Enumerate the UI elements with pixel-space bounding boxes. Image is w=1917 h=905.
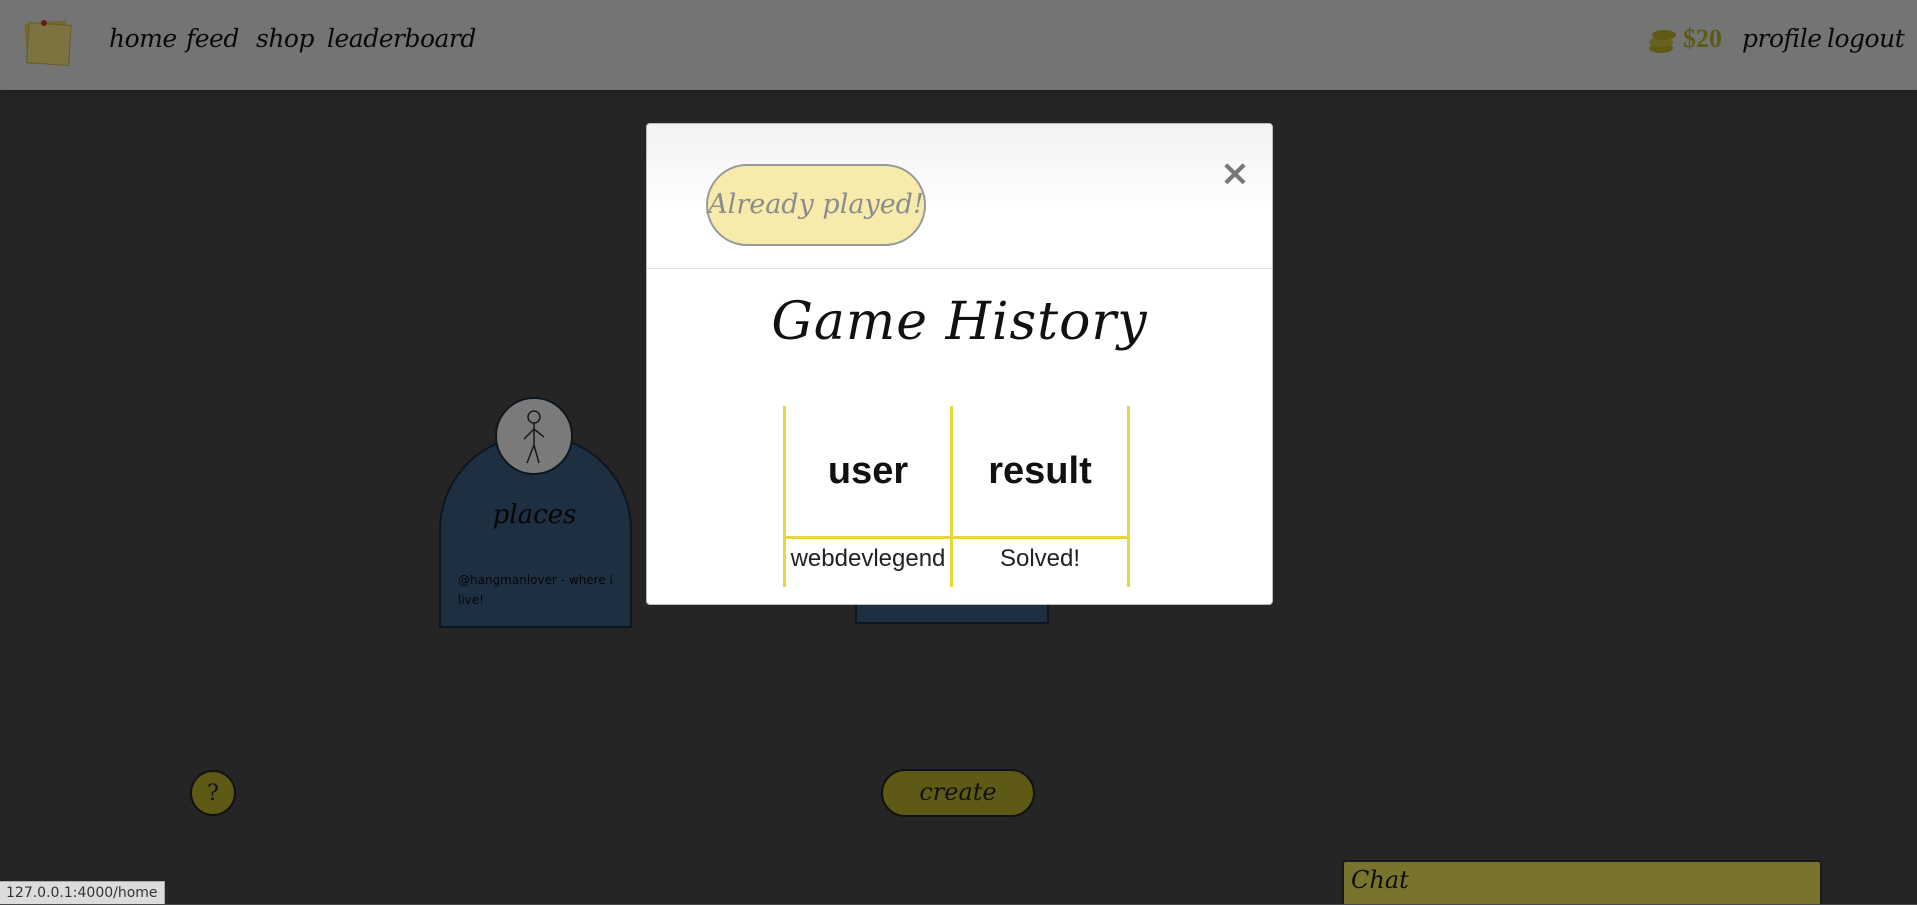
table-row: webdevlegend Solved! bbox=[783, 537, 1130, 587]
column-header-user: user bbox=[783, 406, 953, 539]
cell-result: Solved! bbox=[950, 537, 1130, 587]
game-history-modal: Already played! × Game History user resu… bbox=[646, 123, 1273, 605]
cell-user: webdevlegend bbox=[783, 537, 953, 587]
close-icon[interactable]: × bbox=[1217, 154, 1253, 194]
game-history-table: user result webdevlegend Solved! bbox=[783, 406, 1130, 587]
column-header-result: result bbox=[950, 406, 1130, 539]
already-played-button[interactable]: Already played! bbox=[706, 164, 926, 246]
table-header-row: user result bbox=[783, 406, 1130, 539]
modal-header: Already played! × bbox=[647, 124, 1272, 269]
status-url: 127.0.0.1:4000/home bbox=[0, 881, 165, 904]
modal-title: Game History bbox=[771, 292, 1148, 352]
